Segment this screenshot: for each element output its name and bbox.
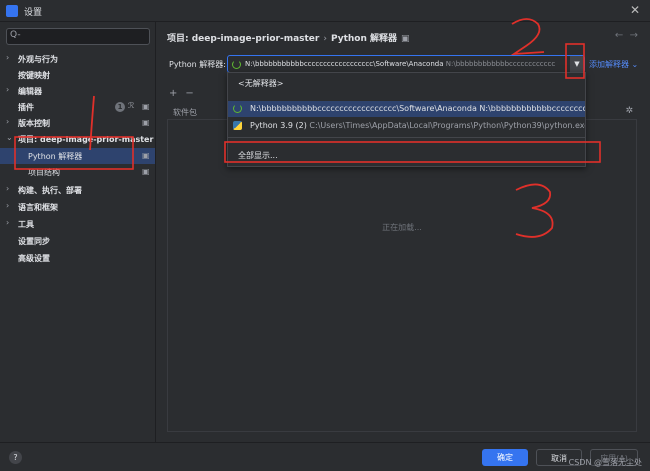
sidebar-item-editor[interactable]: › 编辑器 — [0, 83, 155, 99]
interpreter-select[interactable]: N:\bbbbbbbbbbbcccccccccccccccccc\Softwar… — [227, 55, 585, 73]
sidebar-item-label: 项目结构 — [28, 168, 60, 177]
sidebar-item-label: 设置同步 — [18, 237, 50, 246]
search-input[interactable]: Q- — [6, 28, 150, 45]
chevron-right-icon: › — [6, 201, 10, 210]
chevron-right-icon: › — [6, 184, 10, 193]
dialog-footer: ? 确定 取消 应用(A) — [0, 442, 650, 471]
python-icon — [233, 121, 242, 130]
sidebar-item-plugins[interactable]: 插件 1 ℛ ▣ — [0, 99, 155, 115]
interpreter-dropdown: <无解释器> N:\bbbbbbbbbbbcccccccccccccccccc\… — [227, 72, 586, 167]
sidebar-item-project[interactable]: ⌄ 项目: deep-image-prior-master — [0, 131, 155, 147]
title-bar: 设置 ✕ — [0, 0, 650, 22]
chevron-right-icon: › — [6, 53, 10, 62]
watermark: CSDN @雪落无尘处 — [568, 458, 642, 467]
sidebar-item-label: 编辑器 — [18, 87, 42, 96]
loading-spinner-icon — [232, 60, 241, 69]
forward-arrow-icon[interactable]: → — [630, 30, 638, 41]
sidebar-item-python-interpreter[interactable]: Python 解释器 ▣ — [0, 148, 155, 164]
add-interpreter-link[interactable]: 添加解释器 ⌄ — [589, 59, 638, 70]
sidebar-item-label: 按键映射 — [18, 71, 50, 80]
sidebar-item-label: 构建、执行、部署 — [18, 186, 82, 195]
breadcrumb-separator-icon: › — [323, 34, 327, 44]
sidebar-item-label: 版本控制 — [18, 119, 50, 128]
add-package-icon[interactable]: + — [169, 88, 177, 99]
sidebar-item-project-structure[interactable]: 项目结构 ▣ — [0, 164, 155, 180]
sidebar-item-languages[interactable]: › 语言和框架 — [0, 199, 155, 215]
translate-icon: ℛ — [128, 101, 135, 110]
sidebar-item-appearance[interactable]: › 外观与行为 — [0, 51, 155, 67]
sidebar-item-label: 外观与行为 — [18, 55, 58, 64]
ok-button[interactable]: 确定 — [482, 449, 528, 466]
dropdown-separator — [228, 137, 585, 138]
column-header-package: 软件包 — [173, 108, 197, 117]
sidebar-item-build[interactable]: › 构建、执行、部署 — [0, 182, 155, 198]
close-icon[interactable]: ✕ — [630, 3, 640, 17]
project-scope-icon: ▣ — [401, 34, 410, 44]
update-count-badge: 1 — [115, 102, 125, 112]
interpreter-path: N:\bbbbbbbbbbbcccccccccccccccccc\Softwar… — [245, 60, 556, 68]
search-icon: Q- — [10, 30, 21, 40]
sidebar-item-label: 工具 — [18, 220, 34, 229]
sidebar-item-label: 语言和框架 — [18, 203, 58, 212]
loading-text: 正在加载... — [382, 223, 422, 232]
loading-spinner-icon — [233, 104, 242, 113]
loading-spinner-icon: ✲ — [625, 106, 633, 116]
sidebar-item-label: Python 解释器 — [28, 152, 83, 161]
breadcrumb-page: Python 解释器 — [330, 34, 398, 44]
sidebar-item-label: 插件 — [18, 103, 34, 112]
back-arrow-icon[interactable]: ← — [615, 30, 623, 41]
breadcrumb: 项目: deep-image-prior-master › Python 解释器 ▣ — [167, 31, 410, 44]
project-scope-icon: ▣ — [142, 167, 150, 176]
sidebar-item-settings-sync[interactable]: 设置同步 — [0, 233, 155, 249]
window-title: 设置 — [24, 8, 43, 18]
chevron-right-icon: › — [6, 117, 10, 126]
sidebar-item-tools[interactable]: › 工具 — [0, 216, 155, 232]
project-scope-icon: ▣ — [142, 102, 150, 111]
dropdown-item-no-interpreter[interactable]: <无解释器> — [228, 75, 585, 91]
project-scope-icon: ▣ — [142, 151, 150, 160]
dropdown-item-anaconda[interactable]: N:\bbbbbbbbbbbcccccccccccccccccc\Softwar… — [228, 101, 585, 117]
sidebar-item-label: 高级设置 — [18, 254, 50, 263]
sidebar-item-keymap[interactable]: 按键映射 — [0, 67, 155, 83]
history-nav: ← → — [615, 30, 638, 41]
chevron-right-icon: › — [6, 85, 10, 94]
sidebar-item-label: 项目: deep-image-prior-master — [18, 135, 154, 144]
project-scope-icon: ▣ — [142, 118, 150, 127]
breadcrumb-project: 项目: deep-image-prior-master — [167, 34, 320, 44]
help-button[interactable]: ? — [9, 451, 22, 464]
sidebar-item-vcs[interactable]: › 版本控制 ▣ — [0, 115, 155, 131]
remove-package-icon[interactable]: − — [185, 88, 193, 99]
sidebar-item-advanced[interactable]: 高级设置 — [0, 250, 155, 266]
dropdown-item-python39[interactable]: Python 3.9 (2) C:\Users\Times\AppData\Lo… — [228, 118, 585, 134]
packages-toolbar: + − — [169, 88, 202, 99]
app-icon — [6, 5, 18, 17]
dropdown-item-show-all[interactable]: 全部显示... — [228, 147, 585, 163]
dropdown-arrow-icon[interactable]: ▼ — [570, 56, 584, 72]
settings-sidebar: Q- › 外观与行为 按键映射 › 编辑器 插件 1 ℛ ▣ › 版本控制 ▣ … — [0, 22, 156, 442]
interpreter-label: Python 解释器: — [169, 60, 226, 69]
chevron-down-icon: ⌄ — [6, 133, 13, 142]
chevron-right-icon: › — [6, 218, 10, 227]
